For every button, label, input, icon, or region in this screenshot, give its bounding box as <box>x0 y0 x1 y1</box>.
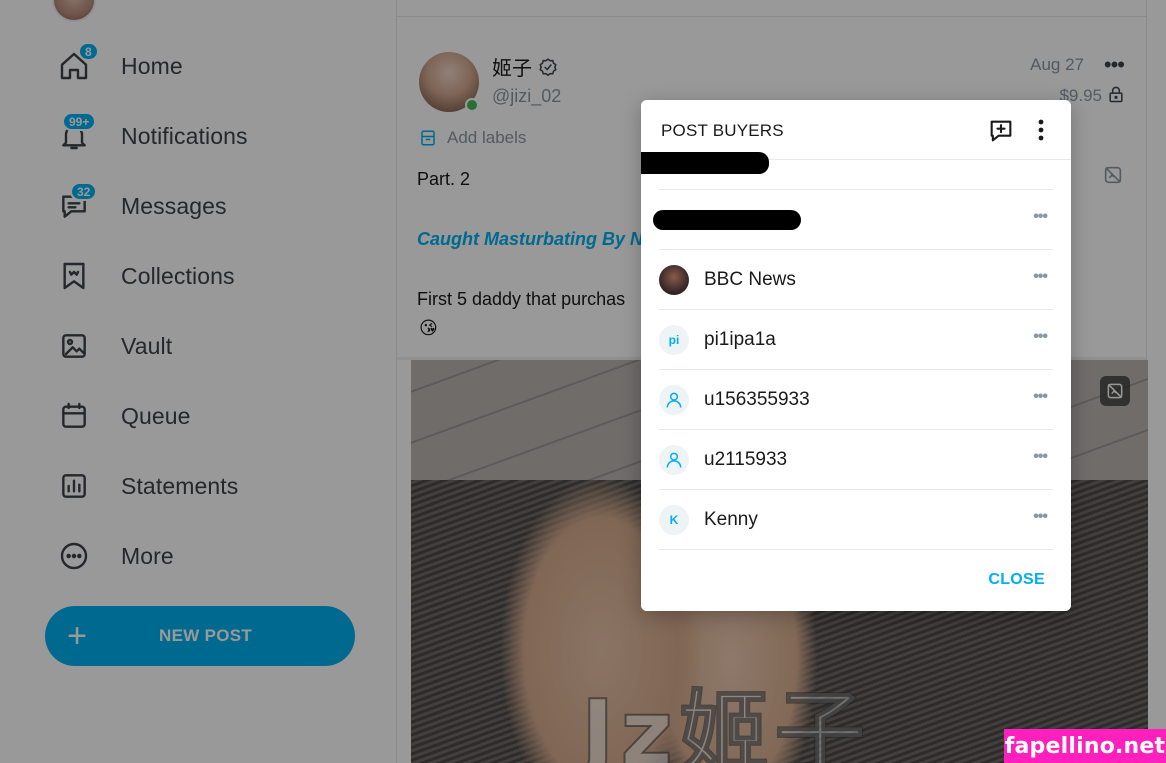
buyer-row[interactable]: u156355933 ••• <box>659 370 1053 430</box>
buyer-row[interactable]: K Kenny ••• <box>659 490 1053 550</box>
redaction-mark <box>641 152 769 174</box>
redaction-mark <box>653 210 801 230</box>
buyer-row[interactable]: pi pi1ipa1a ••• <box>659 310 1053 370</box>
buyer-list: ••• ••• BBC News ••• pi pi1ipa1a ••• u15… <box>641 130 1071 550</box>
buyer-more-icon[interactable]: ••• <box>1033 328 1048 346</box>
buyer-name[interactable]: pi1ipa1a <box>704 329 776 351</box>
buyer-avatar[interactable]: K <box>659 504 689 535</box>
buyer-name[interactable]: u156355933 <box>704 389 810 411</box>
buyer-row[interactable]: u2115933 ••• <box>659 430 1053 490</box>
user-icon[interactable] <box>659 444 689 475</box>
user-icon[interactable] <box>659 384 689 415</box>
buyer-name[interactable]: u2115933 <box>704 449 787 471</box>
add-to-list-icon[interactable] <box>987 117 1015 145</box>
buyer-name[interactable]: BBC News <box>704 269 796 291</box>
buyer-row[interactable]: ••• <box>653 190 1053 250</box>
buyer-row[interactable]: BBC News ••• <box>659 250 1053 310</box>
buyer-more-icon[interactable]: ••• <box>1033 388 1048 406</box>
buyer-avatar[interactable]: pi <box>659 324 689 355</box>
site-watermark-badge: fapellino.net <box>1004 729 1166 763</box>
buyer-name[interactable]: Kenny <box>704 509 758 531</box>
modal-footer: CLOSE <box>641 551 1071 611</box>
close-button[interactable]: CLOSE <box>988 571 1045 589</box>
buyer-more-icon[interactable]: ••• <box>1033 448 1048 466</box>
buyer-more-icon[interactable]: ••• <box>1033 268 1048 286</box>
buyer-more-icon[interactable]: ••• <box>1033 508 1048 526</box>
post-buyers-modal: POST BUYERS ••• ••• BBC News ••• pi pi1i… <box>641 100 1071 611</box>
more-vertical-icon[interactable] <box>1031 116 1051 144</box>
buyer-avatar[interactable] <box>659 264 689 295</box>
buyer-more-icon[interactable]: ••• <box>1033 208 1048 226</box>
modal-header: POST BUYERS <box>641 100 1071 160</box>
modal-title: POST BUYERS <box>661 121 784 140</box>
